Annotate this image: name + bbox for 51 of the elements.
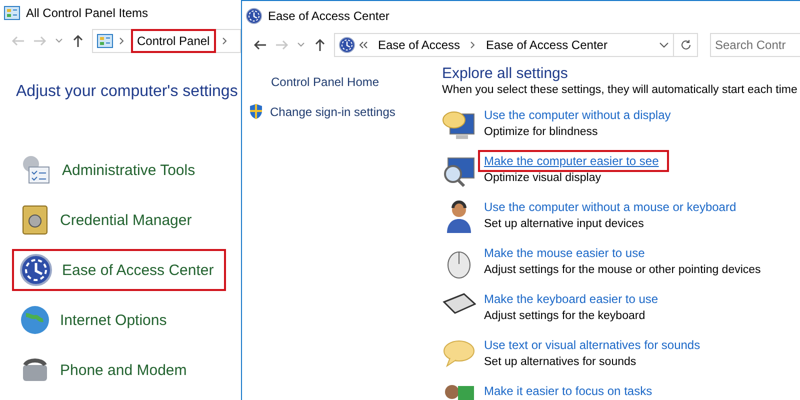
setting-description: Set up alternative input devices: [484, 218, 645, 230]
chevron-right-icon: [470, 41, 476, 49]
applet-item[interactable]: Credential Manager: [12, 199, 226, 241]
setting-description: Adjust settings for the mouse or other pointing devices: [484, 264, 761, 276]
shield-icon: [248, 103, 264, 120]
setting-description: Adjust settings for the keyboard: [484, 310, 646, 322]
dropdown-caret-icon: [659, 41, 669, 49]
globe-icon: [20, 305, 50, 335]
control-panel-icon: [97, 34, 113, 48]
applet-item[interactable]: Administrative Tools: [12, 149, 226, 191]
sidebar-link[interactable]: Control Panel Home: [271, 75, 380, 89]
refresh-button[interactable]: [674, 33, 698, 57]
address-bar[interactable]: Control Panel: [92, 29, 241, 53]
breadcrumb-item[interactable]: Control Panel: [131, 29, 216, 53]
item-label: Ease of Access Center: [62, 262, 214, 278]
window-title: Ease of Access Center: [268, 9, 390, 23]
safe-icon: [20, 204, 50, 236]
speech-bubble-icon: [442, 338, 476, 368]
setting-link[interactable]: Make the mouse easier to use: [484, 246, 645, 260]
double-chevron-icon: [359, 41, 368, 49]
setting-link[interactable]: Use the computer without a display: [484, 108, 671, 122]
chevron-right-icon: [119, 37, 125, 45]
recent-locations-button[interactable]: [296, 41, 306, 49]
setting-description: Set up alternatives for sounds: [484, 356, 638, 368]
setting-description: Optimize for blindness: [484, 126, 599, 138]
window-title: All Control Panel Items: [26, 6, 148, 20]
item-label: Credential Manager: [60, 212, 192, 228]
applet-item[interactable]: Internet Options: [12, 299, 226, 341]
setting-description: Optimize visual display: [484, 172, 602, 184]
breadcrumb-item[interactable]: Ease of Access Center: [480, 33, 614, 57]
setting-link[interactable]: Make it easier to focus on tasks: [484, 384, 652, 398]
item-label: Administrative Tools: [62, 162, 196, 178]
search-field[interactable]: Search Contr: [710, 33, 800, 57]
item-label: Phone and Modem: [60, 362, 187, 378]
sidebar-link[interactable]: Change sign-in settings: [270, 104, 396, 118]
refresh-icon: [680, 39, 692, 51]
recent-locations-button[interactable]: [54, 37, 64, 45]
control-panel-icon: [4, 6, 20, 20]
section-description: When you select these settings, they will automatically start each time: [442, 84, 798, 96]
breadcrumb-item[interactable]: Ease of Access: [372, 33, 466, 57]
setting-link[interactable]: Use text or visual alternatives for sounds: [484, 338, 700, 352]
setting-link[interactable]: Use the computer without a mouse or keyboard: [484, 200, 736, 214]
item-label: Internet Options: [60, 312, 167, 328]
page-heading: Adjust your computer's settings: [16, 83, 239, 101]
setting-link[interactable]: Make the computer easier to see: [478, 150, 669, 172]
setting-link[interactable]: Make the keyboard easier to use: [484, 292, 658, 306]
applet-item[interactable]: Ease of Access Center: [12, 249, 226, 291]
chevron-right-icon: [222, 37, 228, 45]
section-heading: Explore all settings: [442, 65, 569, 82]
applet-item[interactable]: Phone and Modem: [12, 349, 226, 391]
address-bar[interactable]: Ease of Access Ease of Access Center: [334, 33, 674, 57]
